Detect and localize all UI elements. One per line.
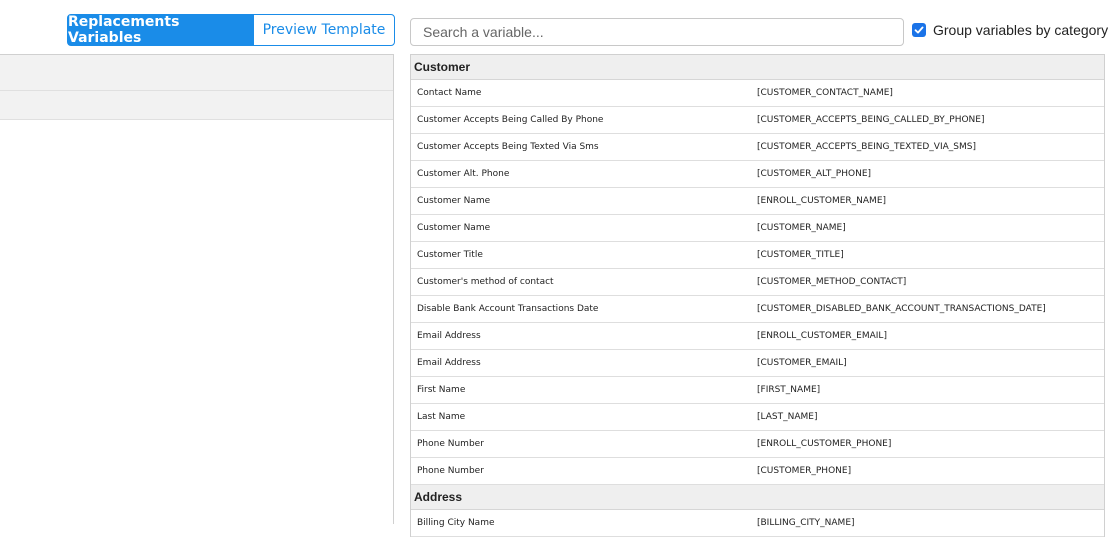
variable-label: Phone Number bbox=[417, 439, 484, 449]
group-by-category-label: Group variables by category bbox=[933, 22, 1109, 38]
variable-row[interactable]: Billing City Name [BILLING_CITY_NAME] bbox=[411, 510, 1104, 537]
variable-row[interactable]: Email Address [CUSTOMER_EMAIL] bbox=[411, 350, 1104, 377]
variable-label: Customer Name bbox=[417, 196, 491, 206]
variable-label: Billing City Name bbox=[417, 518, 495, 528]
variable-row[interactable]: Customer Title [CUSTOMER_TITLE] bbox=[411, 242, 1104, 269]
variable-code[interactable]: [FIRST_NAME] bbox=[757, 385, 1104, 395]
variable-row[interactable]: Last Name [LAST_NAME] bbox=[411, 404, 1104, 431]
variables-table: Customer Contact Name [CUSTOMER_CONTACT_NA… bbox=[410, 54, 1105, 537]
variable-code[interactable]: [CUSTOMER_EMAIL] bbox=[757, 358, 1104, 368]
variable-row[interactable]: Phone Number [CUSTOMER_PHONE] bbox=[411, 458, 1104, 485]
group-by-category-toggle[interactable]: Group variables by category bbox=[912, 22, 1108, 38]
variable-row[interactable]: Customer Accepts Being Texted Via Sms [CU… bbox=[411, 134, 1104, 161]
variable-code[interactable]: [ENROLL_CUSTOMER_PHONE] bbox=[757, 439, 1104, 449]
variable-code[interactable]: [CUSTOMER_ALT_PHONE] bbox=[757, 169, 1104, 179]
variable-label: Email Address bbox=[417, 331, 481, 341]
variable-label: First Name bbox=[417, 385, 466, 395]
variable-code[interactable]: [LAST_NAME] bbox=[757, 412, 1104, 422]
template-editor-panel bbox=[0, 54, 394, 524]
variable-label: Email Address bbox=[417, 358, 481, 368]
variable-row[interactable]: First Name [FIRST_NAME] bbox=[411, 377, 1104, 404]
variable-row[interactable]: Disable Bank Account Transactions Date [C… bbox=[411, 296, 1104, 323]
editor-subtoolbar bbox=[0, 91, 393, 120]
variable-code[interactable]: [CUSTOMER_DISABLED_BANK_ACCOUNT_TRANSACT… bbox=[757, 304, 1104, 314]
variable-row[interactable]: Phone Number [ENROLL_CUSTOMER_PHONE] bbox=[411, 431, 1104, 458]
checkbox-checked-icon[interactable] bbox=[912, 23, 926, 37]
variable-label: Customer Name bbox=[417, 223, 491, 233]
variable-label: Customer Accepts Being Texted Via Sms bbox=[417, 142, 599, 152]
variable-row[interactable]: Customer's method of contact [CUSTOMER_ME… bbox=[411, 269, 1104, 296]
variable-code[interactable]: [CUSTOMER_TITLE] bbox=[757, 250, 1104, 260]
variable-code[interactable]: [CUSTOMER_METHOD_CONTACT] bbox=[757, 277, 1104, 287]
variable-row[interactable]: Customer Accepts Being Called By Phone [C… bbox=[411, 107, 1104, 134]
variable-row[interactable]: Customer Name [CUSTOMER_NAME] bbox=[411, 215, 1104, 242]
variable-code[interactable]: [CUSTOMER_ACCEPTS_BEING_TEXTED_VIA_SMS] bbox=[757, 142, 1104, 152]
variable-label: Phone Number bbox=[417, 466, 484, 476]
variable-label: Customer Alt. Phone bbox=[417, 169, 510, 179]
tab-preview-template[interactable]: Preview Template bbox=[253, 14, 395, 46]
variable-row[interactable]: Customer Alt. Phone [CUSTOMER_ALT_PHONE] bbox=[411, 161, 1104, 188]
variable-label: Contact Name bbox=[417, 88, 482, 98]
search-variable-input[interactable] bbox=[410, 18, 904, 46]
variable-label: Customer's method of contact bbox=[417, 277, 554, 287]
variable-row[interactable]: Contact Name [CUSTOMER_CONTACT_NAME] bbox=[411, 80, 1104, 107]
editor-toolbar bbox=[0, 55, 393, 91]
variable-row[interactable]: Email Address [ENROLL_CUSTOMER_EMAIL] bbox=[411, 323, 1104, 350]
variable-row[interactable]: Customer Name [ENROLL_CUSTOMER_NAME] bbox=[411, 188, 1104, 215]
variable-code[interactable]: [CUSTOMER_ACCEPTS_BEING_CALLED_BY_PHONE] bbox=[757, 115, 1104, 125]
variable-label: Customer Accepts Being Called By Phone bbox=[417, 115, 604, 125]
variable-code[interactable]: [ENROLL_CUSTOMER_NAME] bbox=[757, 196, 1104, 206]
variable-label: Customer Title bbox=[417, 250, 483, 260]
category-header: Address bbox=[411, 485, 1104, 510]
variable-code[interactable]: [CUSTOMER_NAME] bbox=[757, 223, 1104, 233]
variable-label: Last Name bbox=[417, 412, 466, 422]
variable-code[interactable]: [CUSTOMER_CONTACT_NAME] bbox=[757, 88, 1104, 98]
variable-code[interactable]: [BILLING_CITY_NAME] bbox=[757, 518, 1104, 528]
variable-code[interactable]: [ENROLL_CUSTOMER_EMAIL] bbox=[757, 331, 1104, 341]
variable-code[interactable]: [CUSTOMER_PHONE] bbox=[757, 466, 1104, 476]
tab-replacements-variables[interactable]: Replacements Variables bbox=[67, 14, 253, 46]
category-header: Customer bbox=[411, 55, 1104, 80]
variable-label: Disable Bank Account Transactions Date bbox=[417, 304, 599, 314]
